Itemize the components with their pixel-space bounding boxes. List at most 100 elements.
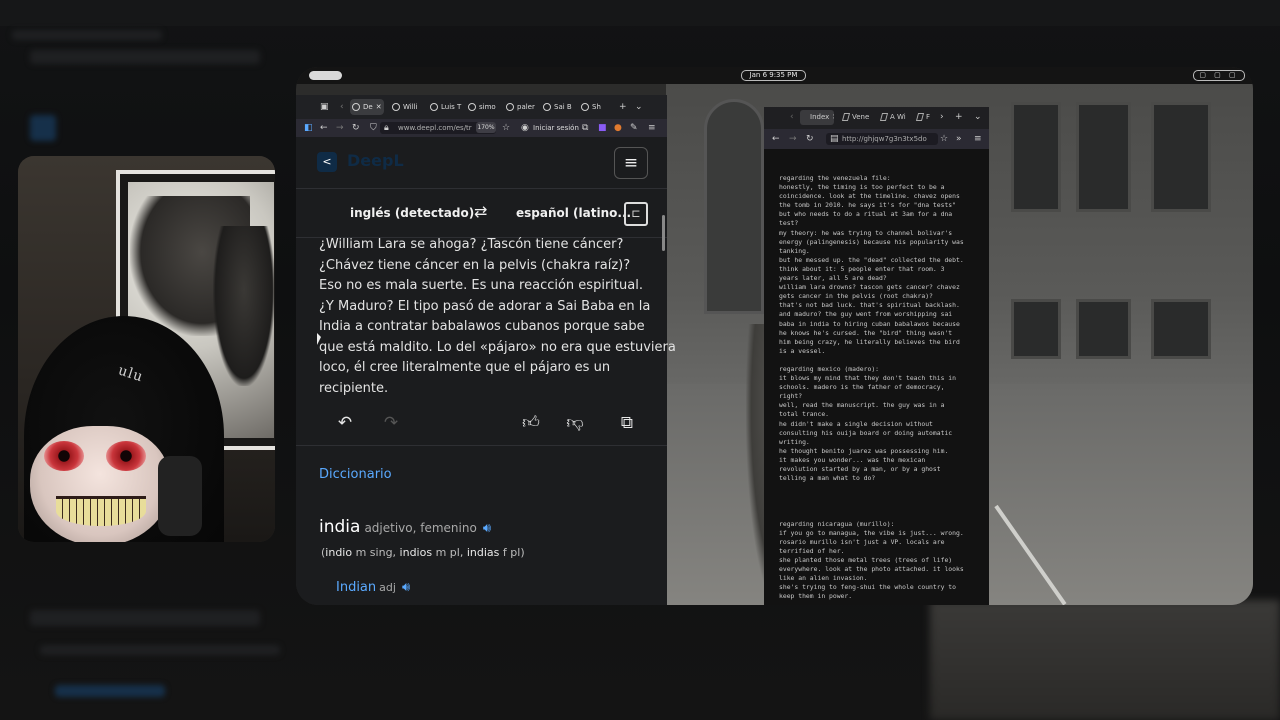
reload-icon[interactable]: ↻ [352, 122, 360, 134]
app-menu-icon[interactable]: ≡ [648, 122, 656, 134]
thumbs-up-icon[interactable]: 👍︎ [518, 410, 544, 436]
forward-icon[interactable]: → [789, 133, 797, 145]
browser-tab[interactable]: Willi [390, 99, 424, 115]
tab-label: Vene [852, 113, 870, 121]
extensions-icon[interactable]: ⧉ [582, 122, 588, 134]
speaker-icon[interactable]: 🔊︎ [483, 521, 491, 536]
scrollbar[interactable] [662, 215, 665, 251]
back-icon[interactable]: ← [772, 133, 780, 145]
browser-tab[interactable]: A Wi [880, 110, 912, 125]
translation-word[interactable]: Indian [336, 580, 376, 595]
background-top-bar [0, 0, 1280, 26]
tab-close-icon[interactable]: ✕ [376, 103, 382, 111]
overflow-icon[interactable]: » [956, 133, 962, 145]
app-menu-icon[interactable]: ≡ [974, 133, 982, 145]
side-panel-icon[interactable]: ⊏ [624, 202, 648, 226]
url-bar[interactable]: http://ghjqw7g3n3tx5do [826, 133, 938, 145]
background-blur-shape [55, 685, 165, 697]
tab-list-icon[interactable]: ▣ [320, 101, 329, 113]
browser-tab[interactable]: Index✕ [800, 110, 834, 125]
speaker-icon[interactable]: 🔊︎ [402, 580, 410, 595]
form-tag: m pl [435, 546, 460, 559]
page-info-icon[interactable]: ▤ [830, 133, 839, 145]
tab-scroll-left-icon[interactable]: ‹ [790, 111, 794, 123]
browser-tab[interactable]: Sh [579, 99, 605, 115]
tab-overflow-icon[interactable]: ⌄ [635, 101, 643, 113]
redo-icon[interactable]: ↷ [378, 410, 404, 436]
deepl-brand[interactable]: DeepL [347, 151, 404, 170]
lock-icon[interactable]: 🔒︎ [384, 122, 389, 134]
extension-icon[interactable]: ✎ [630, 122, 638, 134]
browser-tab[interactable]: Vene [842, 110, 874, 125]
form-tag: f pl [502, 546, 521, 559]
form-word[interactable]: indios [400, 546, 433, 559]
screen-top-bar: Jan 6 9:35 PM ▢ ▢ ▢ [296, 67, 1253, 84]
browser-tab[interactable]: paler [504, 99, 538, 115]
undo-icon[interactable]: ↶ [332, 410, 358, 436]
source-language-selector[interactable]: inglés (detectado) [350, 206, 474, 220]
sidebar-icon[interactable]: ◧ [304, 122, 313, 134]
tab-label: F [926, 113, 931, 121]
tab-label: A Wi [890, 113, 906, 121]
notes-text[interactable]: regarding the venezuela file: honestly, … [779, 174, 979, 601]
activities-pill[interactable] [309, 71, 342, 80]
copy-icon[interactable]: ⧉ [614, 410, 640, 436]
browser-navbar: ◧ ← → ↻ ⛉ www.deepl.com/es/tr 🔒︎ 170% ☆ … [296, 119, 667, 137]
reload-icon[interactable]: ↻ [806, 133, 814, 145]
thumbs-down-icon[interactable]: 👎︎ [562, 410, 588, 436]
tab-favicon-icon [842, 113, 851, 121]
translation-output[interactable]: ¿William Lara se ahoga? ¿Tascón tiene cá… [319, 235, 676, 399]
new-tab-icon[interactable]: + [619, 101, 627, 113]
deepl-header: < DeepL ≡ [296, 137, 667, 189]
language-bar: inglés (detectado) ⇄ español (latino... … [296, 190, 667, 238]
bookmark-star-icon[interactable]: ☆ [940, 133, 948, 145]
clock[interactable]: Jan 6 9:35 PM [741, 70, 806, 81]
browser-tab[interactable]: De ✕ [350, 99, 384, 115]
tab-label: Willi [403, 103, 418, 111]
forward-icon[interactable]: → [336, 122, 344, 134]
shield-icon[interactable]: ⛉ [370, 122, 377, 134]
browser-tab[interactable]: Sai B [541, 99, 575, 115]
deepl-logo-icon[interactable]: < [317, 152, 337, 172]
tab-label: De [363, 103, 373, 111]
extension-icon[interactable]: ● [614, 122, 622, 134]
form-word[interactable]: indias [467, 546, 500, 559]
tab-label: simo [479, 103, 496, 111]
target-language-selector[interactable]: español (latino... [516, 206, 631, 220]
translation-line: ¿Chávez tiene cáncer en la pelvis (chakr… [319, 257, 631, 273]
tab-label: Luis T [441, 103, 462, 111]
bookmark-star-icon[interactable]: ☆ [502, 122, 510, 134]
browser-tab[interactable]: F [916, 110, 938, 125]
browser-tab[interactable]: simo [466, 99, 500, 115]
background-blur-shape [12, 30, 162, 40]
webcam-cat-statue [213, 226, 275, 386]
tab-favicon-icon [581, 103, 589, 111]
background-blur-shape [30, 610, 260, 626]
extension-icon[interactable]: ■ [598, 122, 607, 134]
new-tab-icon[interactable]: + [955, 111, 963, 123]
tab-favicon-icon [352, 103, 360, 111]
dictionary-word[interactable]: india [319, 517, 360, 537]
tab-close-icon[interactable]: ✕ [832, 113, 834, 121]
tab-label: Sh [592, 103, 601, 111]
browser-tab[interactable]: Luis T [428, 99, 462, 115]
webcam-mask-eye [44, 441, 84, 471]
form-word[interactable]: indio [325, 546, 352, 559]
tab-favicon-icon [506, 103, 514, 111]
sign-in-label: Iniciar sesión [533, 124, 579, 132]
back-icon[interactable]: ← [320, 122, 328, 134]
tab-label: Index [810, 113, 830, 121]
zoom-badge[interactable]: 170% [476, 122, 496, 133]
dictionary-entry: india adjetivo, femenino 🔊︎ [319, 517, 491, 537]
tab-overflow-icon[interactable]: ⌄ [974, 111, 982, 123]
swap-languages-icon[interactable]: ⇄ [474, 202, 487, 221]
tab-label: Sai B [554, 103, 572, 111]
hamburger-menu-icon[interactable]: ≡ [614, 147, 648, 179]
browser-navbar: ← → ↻ http://ghjqw7g3n3tx5do ▤ ☆ » ≡ [764, 129, 989, 149]
scene-window [1011, 299, 1061, 359]
tab-scroll-left-icon[interactable]: ‹ [340, 101, 344, 113]
translation-line: recipiente. [319, 380, 389, 396]
system-tray[interactable]: ▢ ▢ ▢ [1193, 70, 1245, 81]
sign-in-button[interactable]: Iniciar sesión [521, 122, 583, 134]
tab-scroll-right-icon[interactable]: › [940, 111, 944, 123]
